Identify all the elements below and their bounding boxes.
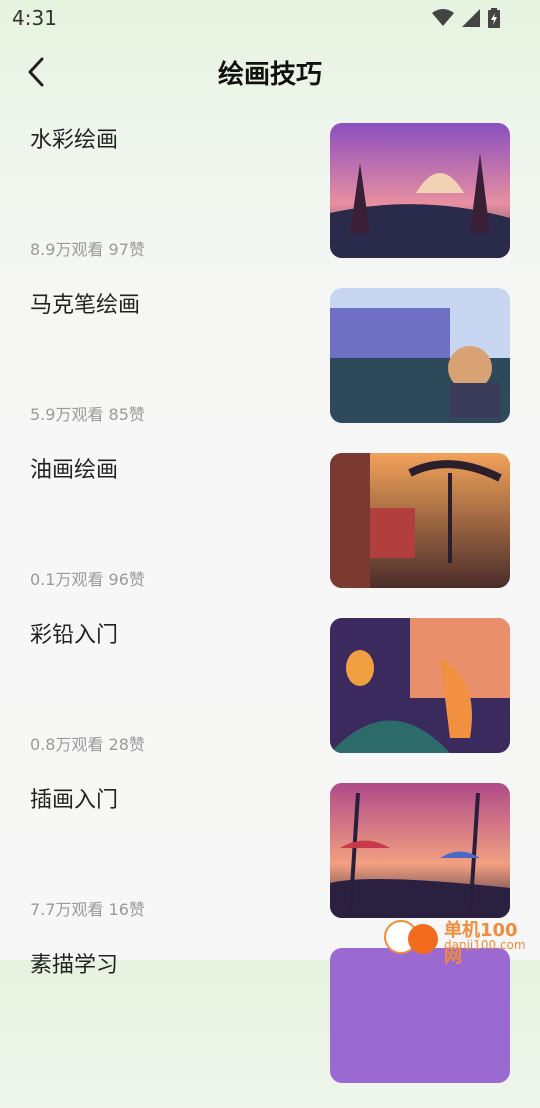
item-title: 水彩绘画 [30, 128, 119, 153]
item-stats: 0.8万观看 28赞 [30, 735, 145, 754]
list-item[interactable]: 水彩绘画 8.9万观看 97赞 [0, 118, 540, 283]
item-stats: 5.9万观看 85赞 [30, 405, 145, 424]
battery-charging-icon [488, 8, 500, 28]
status-icons [432, 8, 500, 28]
status-bar: 4:31 [0, 0, 540, 36]
item-thumbnail[interactable] [330, 123, 510, 258]
watermark-logo: 单机100网 danji100.com [384, 914, 534, 967]
item-title: 油画绘画 [30, 458, 119, 483]
item-thumbnail[interactable] [330, 948, 510, 1083]
thumbnail-image [330, 288, 510, 423]
thumbnail-image [330, 618, 510, 753]
item-stats: 0.1万观看 96赞 [30, 570, 145, 589]
thumbnail-image [330, 453, 510, 588]
item-title: 马克笔绘画 [30, 293, 141, 318]
item-thumbnail[interactable] [330, 618, 510, 753]
thumbnail-image [330, 783, 510, 918]
item-thumbnail[interactable] [330, 783, 510, 918]
item-stats: 7.7万观看 16赞 [30, 900, 145, 919]
list-item[interactable]: 油画绘画 0.1万观看 96赞 [0, 448, 540, 613]
list-item[interactable]: 马克笔绘画 5.9万观看 85赞 [0, 283, 540, 448]
item-stats: 8.9万观看 97赞 [30, 240, 145, 259]
page-title: 绘画技巧 [217, 60, 322, 90]
wifi-icon [432, 9, 454, 26]
item-thumbnail[interactable] [330, 453, 510, 588]
watermark-url: danji100.com [444, 938, 526, 952]
watermark-dot-icon [408, 924, 438, 954]
thumbnail-image [330, 948, 510, 1083]
list-item[interactable]: 彩铅入门 0.8万观看 28赞 [0, 613, 540, 778]
signal-icon [462, 9, 480, 27]
item-title: 彩铅入门 [30, 623, 119, 648]
item-title: 素描学习 [30, 953, 119, 978]
thumbnail-image [330, 123, 510, 258]
status-time: 4:31 [12, 6, 57, 30]
item-title: 插画入门 [30, 788, 119, 813]
item-thumbnail[interactable] [330, 288, 510, 423]
header: 绘画技巧 [0, 48, 540, 96]
